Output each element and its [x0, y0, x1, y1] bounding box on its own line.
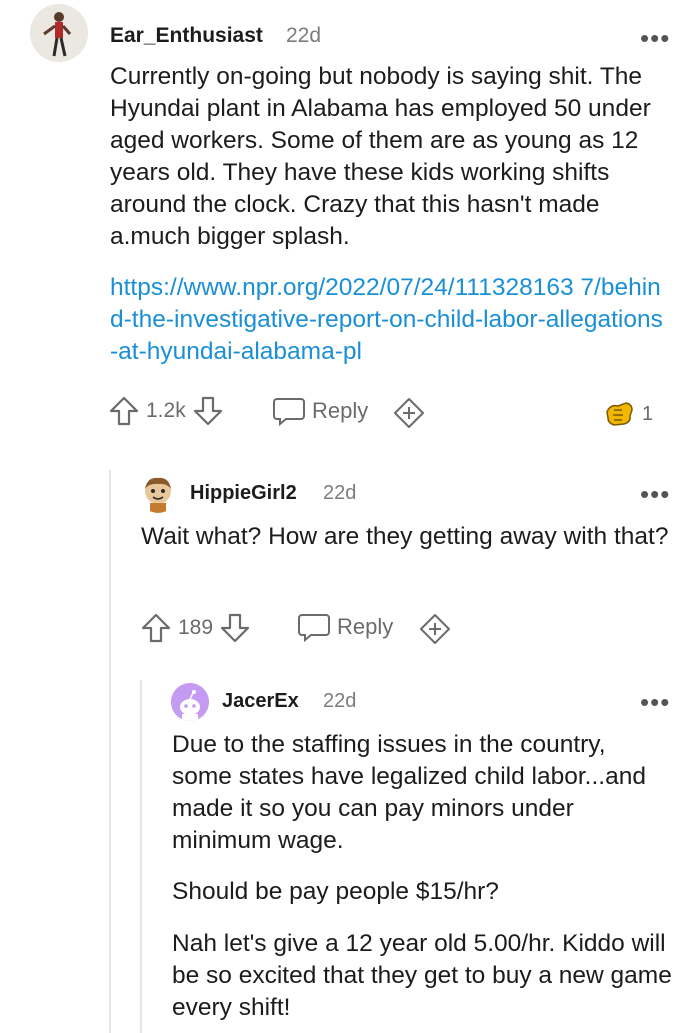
add-award-icon [394, 398, 424, 428]
reply-button[interactable]: Reply [272, 396, 368, 426]
comment-link[interactable]: https://www.npr.org/2022/07/24/111328163… [110, 272, 670, 368]
thread-line[interactable] [109, 470, 111, 1033]
comment-body-paragraph: Due to the staffing issues in the countr… [172, 731, 646, 854]
avatar[interactable] [30, 4, 88, 62]
thread-line[interactable] [140, 680, 142, 1033]
reply-button[interactable]: Reply [297, 612, 393, 642]
add-award-icon [420, 614, 450, 644]
downvote-icon[interactable] [219, 612, 251, 644]
award-display[interactable]: 1 [604, 400, 653, 428]
award-count: 1 [642, 402, 654, 425]
reply-bubble-icon [298, 614, 330, 642]
default-snoo-avatar-icon [171, 683, 209, 721]
user-avatar-icon [145, 477, 171, 513]
upvote-icon[interactable] [108, 395, 140, 427]
reply-label: Reply [337, 614, 394, 639]
vote-bar: 1.2k [108, 395, 224, 427]
timestamp: 22d [323, 690, 357, 712]
downvote-icon[interactable] [192, 395, 224, 427]
more-dots-icon[interactable]: ••• [640, 481, 670, 507]
user-avatar-icon [30, 4, 88, 62]
comment-body-paragraph: Nah let's give a 12 year old 5.00/hr. Ki… [172, 930, 672, 1021]
comment-body-paragraph: Should be pay people $15/hr? [172, 878, 499, 905]
vote-bar: 189 [140, 612, 251, 644]
avatar[interactable] [139, 475, 177, 513]
vote-count: 189 [178, 616, 214, 639]
username[interactable]: HippieGirl2 [190, 482, 297, 505]
timestamp: 22d [323, 482, 357, 504]
add-award-button[interactable] [419, 613, 451, 645]
more-dots-icon[interactable]: ••• [640, 25, 670, 51]
award-icon [606, 402, 633, 426]
comment-body: Currently on-going but nobody is saying … [110, 63, 651, 250]
more-dots-icon[interactable]: ••• [640, 689, 670, 715]
avatar[interactable] [171, 683, 209, 721]
username[interactable]: Ear_Enthusiast [110, 24, 263, 48]
upvote-icon[interactable] [140, 612, 172, 644]
add-award-button[interactable] [393, 397, 425, 429]
username[interactable]: JacerEx [222, 690, 299, 713]
reply-label: Reply [312, 398, 369, 423]
vote-count: 1.2k [146, 399, 186, 422]
comment-body: Wait what? How are they getting away wit… [141, 523, 669, 550]
reply-bubble-icon [273, 398, 305, 426]
timestamp: 22d [286, 24, 322, 47]
